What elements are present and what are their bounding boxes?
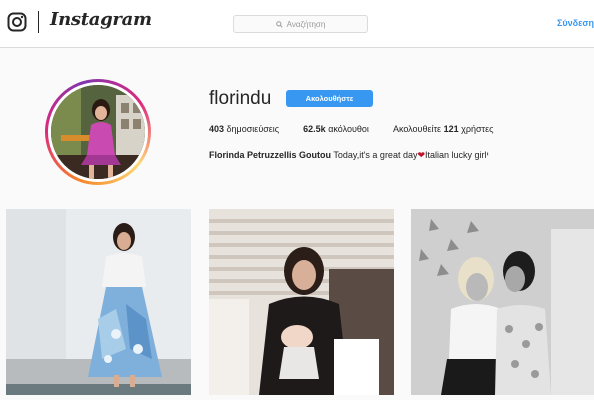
- profile-username: florindu: [209, 88, 272, 109]
- post-image-1: [6, 209, 191, 395]
- post-thumbnail-1[interactable]: [6, 209, 191, 395]
- instagram-wordmark[interactable]: Instagram: [50, 9, 152, 30]
- bio-text-1: Today,it's a great day: [333, 150, 418, 160]
- posts-stat: 403 δημοσιεύσεις: [209, 124, 279, 134]
- post-thumbnail-3[interactable]: [411, 209, 594, 395]
- profile-full-name: Florinda Petruzzellis Goutou: [209, 150, 332, 160]
- following-suffix: χρήστες: [461, 124, 494, 134]
- login-link[interactable]: Σύνδεση: [557, 18, 594, 28]
- top-navigation-bar: Instagram Αναζήτηση Σύνδεση: [0, 0, 594, 48]
- post-image-3: [411, 209, 594, 395]
- header-divider: [38, 11, 39, 33]
- followers-label: ακόλουθοι: [328, 124, 369, 134]
- post-image-2: [209, 209, 394, 395]
- avatar[interactable]: [45, 79, 151, 185]
- heart-icon: ❤: [417, 150, 426, 160]
- posts-label: δημοσιεύσεις: [226, 124, 280, 134]
- bio-text-2: Italian lucky girlי: [425, 150, 489, 160]
- following-prefix: Ακολουθείτε: [392, 124, 442, 134]
- follow-button[interactable]: Ακολουθήστε: [286, 90, 373, 107]
- search-input[interactable]: Αναζήτηση: [233, 15, 368, 33]
- search-placeholder: Αναζήτηση: [286, 19, 326, 29]
- posts-count: 403: [209, 124, 225, 134]
- instagram-icon[interactable]: [7, 12, 27, 32]
- post-thumbnail-2[interactable]: [209, 209, 394, 395]
- followers-stat[interactable]: 62.5k ακόλουθοι: [303, 124, 369, 134]
- avatar-border: [48, 82, 148, 182]
- following-count: 121: [443, 124, 459, 134]
- search-icon: [275, 20, 283, 28]
- avatar-photo: [51, 85, 145, 179]
- following-stat[interactable]: Ακολουθείτε 121 χρήστες: [393, 124, 493, 134]
- followers-count: 62.5k: [303, 124, 326, 134]
- profile-bio: Florinda Petruzzellis Goutou Today,it's …: [209, 150, 489, 161]
- profile-stats: 403 δημοσιεύσεις 62.5k ακόλουθοι Ακολουθ…: [209, 124, 493, 134]
